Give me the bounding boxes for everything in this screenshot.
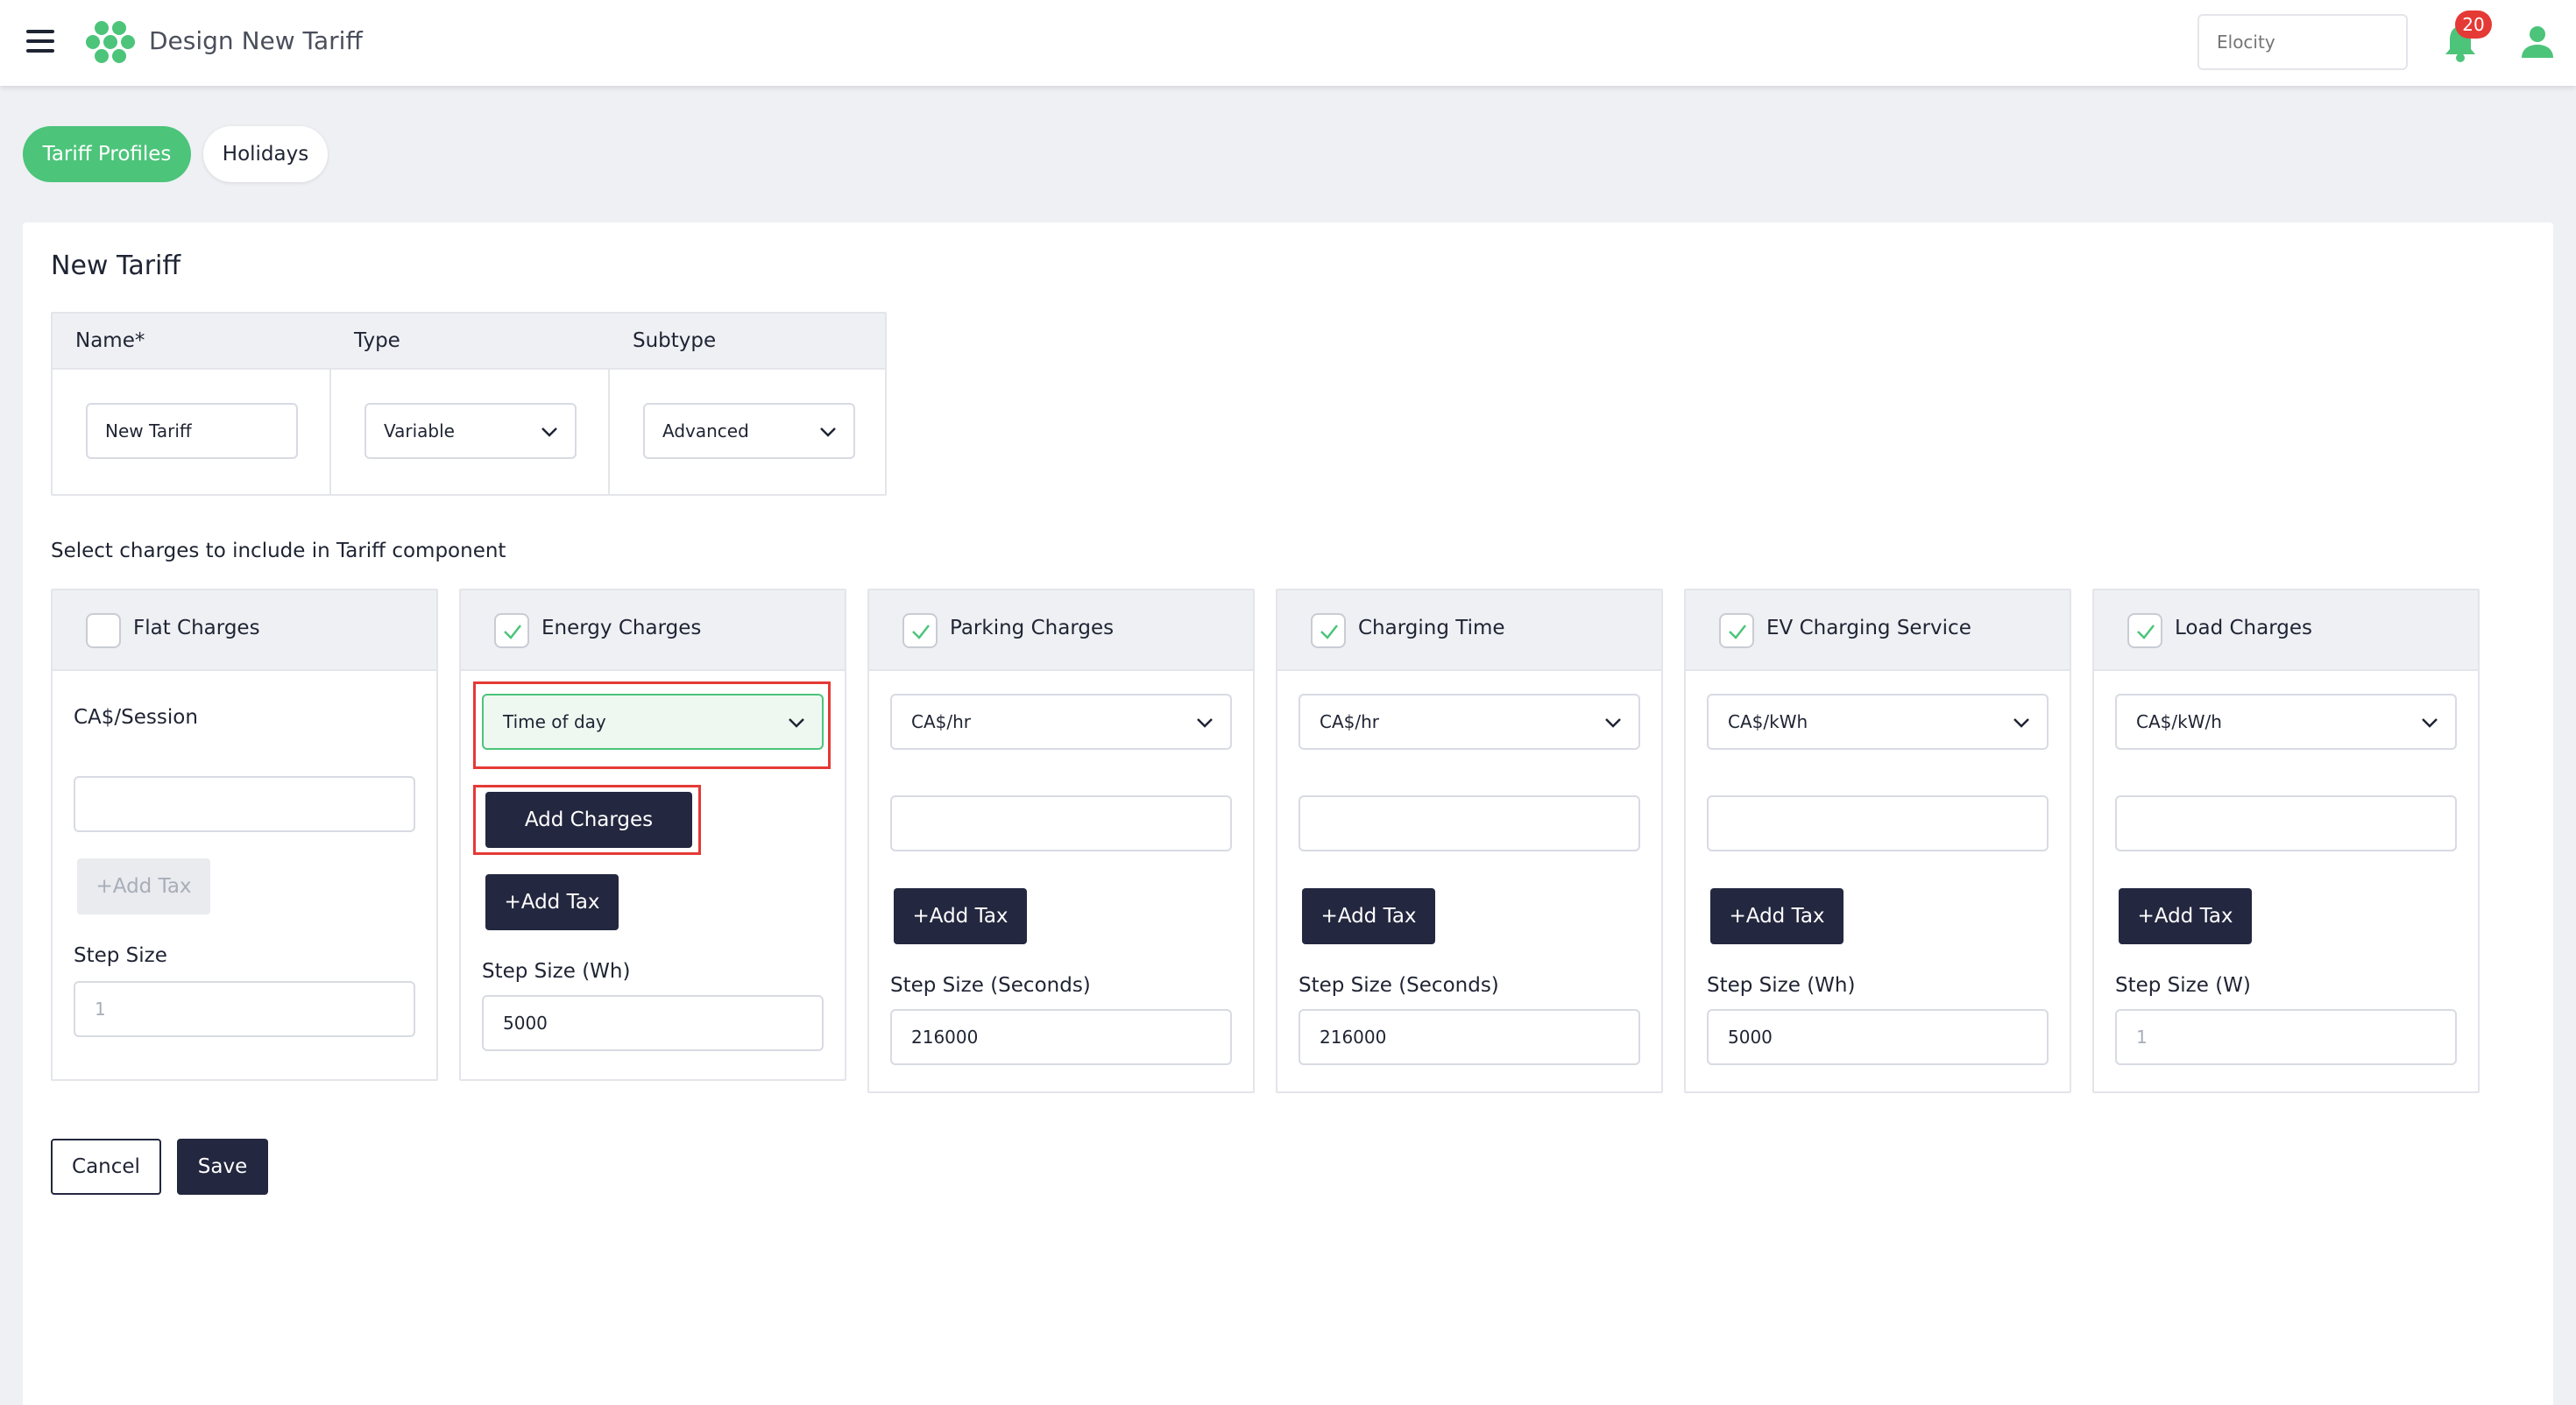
notification-count-badge: 20 xyxy=(2455,11,2492,39)
properties-header: Name* Type Subtype xyxy=(53,314,885,370)
charging-time-unit-select[interactable]: CA$/hr xyxy=(1299,694,1640,750)
chevron-down-icon xyxy=(820,427,836,437)
charging-time-unit-value: CA$/hr xyxy=(1320,711,1380,732)
flat-unit-label: CA$/Session xyxy=(74,706,198,729)
ev-service-unit-value: CA$/kWh xyxy=(1728,711,1808,732)
parking-charges-checkbox[interactable] xyxy=(902,613,938,648)
energy-step-size-input[interactable]: 5000 xyxy=(482,995,824,1051)
parking-step-size-input[interactable]: 216000 xyxy=(890,1009,1232,1065)
top-bar: Design New Tariff 20 xyxy=(0,0,2576,86)
parking-unit-value: CA$/hr xyxy=(911,711,972,732)
checkmark-icon xyxy=(504,625,521,639)
charging-time-step-size-label: Step Size (Seconds) xyxy=(1299,974,1499,997)
chevron-down-icon xyxy=(2422,718,2438,728)
page-title: Design New Tariff xyxy=(149,26,363,55)
type-select-value: Variable xyxy=(384,420,455,441)
chevron-down-icon xyxy=(789,718,804,728)
flat-charges-title: Flat Charges xyxy=(133,617,260,639)
charging-time-charge-input[interactable] xyxy=(1299,795,1640,851)
energy-step-size-label: Step Size (Wh) xyxy=(482,960,631,983)
subtype-select-value: Advanced xyxy=(662,420,749,441)
load-unit-value: CA$/kW/h xyxy=(2136,711,2222,732)
parking-charge-input[interactable] xyxy=(890,795,1232,851)
org-search-input[interactable] xyxy=(2197,14,2408,70)
flat-charges-header: Flat Charges xyxy=(53,590,436,671)
flat-charges-panel: Flat Charges CA$/Session +Add Tax Step S… xyxy=(51,589,438,1081)
flat-add-tax-button[interactable]: +Add Tax xyxy=(77,858,210,914)
checkmark-icon xyxy=(1729,625,1746,639)
energy-unit-value: Time of day xyxy=(503,711,606,732)
load-step-size-label: Step Size (W) xyxy=(2115,974,2251,997)
charging-time-header: Charging Time xyxy=(1277,590,1661,671)
ev-charging-service-panel: EV Charging Service CA$/kWh +Add Tax Ste… xyxy=(1684,589,2071,1093)
ev-charging-service-checkbox[interactable] xyxy=(1719,613,1754,648)
tab-tariff-profiles[interactable]: Tariff Profiles xyxy=(23,126,191,182)
energy-charges-checkbox[interactable] xyxy=(494,613,529,648)
flat-charge-input[interactable] xyxy=(74,776,415,832)
user-profile-icon[interactable] xyxy=(2520,25,2555,60)
charging-time-add-tax-button[interactable]: +Add Tax xyxy=(1302,888,1435,944)
flat-step-size-input[interactable]: 1 xyxy=(74,981,415,1037)
load-charges-header: Load Charges xyxy=(2094,590,2478,671)
load-charge-input[interactable] xyxy=(2115,795,2457,851)
column-divider xyxy=(608,370,610,494)
hamburger-menu-icon[interactable] xyxy=(26,30,54,53)
chevron-down-icon xyxy=(2013,718,2029,728)
charging-time-title: Charging Time xyxy=(1358,617,1505,639)
load-step-size-input[interactable]: 1 xyxy=(2115,1009,2457,1065)
charging-time-checkbox[interactable] xyxy=(1311,613,1346,648)
load-charges-title: Load Charges xyxy=(2175,617,2313,639)
energy-charges-title: Energy Charges xyxy=(541,617,702,639)
ev-charging-service-header: EV Charging Service xyxy=(1686,590,2070,671)
charging-time-panel: Charging Time CA$/hr +Add Tax Step Size … xyxy=(1276,589,1663,1093)
subtype-select[interactable]: Advanced xyxy=(643,403,855,459)
chevron-down-icon xyxy=(1605,718,1621,728)
hexagon-cluster-logo xyxy=(86,21,135,63)
chevron-down-icon xyxy=(541,427,557,437)
parking-add-tax-button[interactable]: +Add Tax xyxy=(894,888,1027,944)
add-charges-button[interactable]: Add Charges xyxy=(485,792,692,848)
ev-service-charge-input[interactable] xyxy=(1707,795,2049,851)
energy-charges-header: Energy Charges xyxy=(461,590,845,671)
ev-service-step-size-label: Step Size (Wh) xyxy=(1707,974,1856,997)
chevron-down-icon xyxy=(1197,718,1213,728)
type-column-label: Type xyxy=(354,329,400,352)
parking-unit-select[interactable]: CA$/hr xyxy=(890,694,1232,750)
charging-time-step-size-input[interactable]: 216000 xyxy=(1299,1009,1640,1065)
energy-add-tax-button[interactable]: +Add Tax xyxy=(485,874,619,930)
checkmark-icon xyxy=(1320,625,1338,639)
type-select[interactable]: Variable xyxy=(364,403,577,459)
parking-charges-panel: Parking Charges CA$/hr +Add Tax Step Siz… xyxy=(867,589,1255,1093)
column-divider xyxy=(329,370,331,494)
save-button[interactable]: Save xyxy=(177,1139,268,1195)
charges-section-label: Select charges to include in Tariff comp… xyxy=(51,540,506,562)
form-title: New Tariff xyxy=(51,251,181,281)
load-charges-panel: Load Charges CA$/kW/h +Add Tax Step Size… xyxy=(2092,589,2480,1093)
tariff-properties-table: Name* Type Subtype New Tariff Variable A… xyxy=(51,312,887,496)
load-add-tax-button[interactable]: +Add Tax xyxy=(2119,888,2252,944)
energy-unit-select[interactable]: Time of day xyxy=(482,694,824,750)
new-tariff-card: New Tariff Name* Type Subtype New Tariff… xyxy=(23,222,2553,1405)
tab-holidays[interactable]: Holidays xyxy=(203,126,328,182)
ev-service-add-tax-button[interactable]: +Add Tax xyxy=(1710,888,1844,944)
load-charges-checkbox[interactable] xyxy=(2127,613,2162,648)
tariff-name-input[interactable]: New Tariff xyxy=(86,403,298,459)
flat-step-size-label: Step Size xyxy=(74,944,167,967)
checkmark-icon xyxy=(912,625,930,639)
name-column-label: Name* xyxy=(75,329,145,352)
ev-service-unit-select[interactable]: CA$/kWh xyxy=(1707,694,2049,750)
parking-step-size-label: Step Size (Seconds) xyxy=(890,974,1091,997)
cancel-button[interactable]: Cancel xyxy=(51,1139,161,1195)
parking-charges-title: Parking Charges xyxy=(950,617,1115,639)
parking-charges-header: Parking Charges xyxy=(869,590,1253,671)
ev-service-step-size-input[interactable]: 5000 xyxy=(1707,1009,2049,1065)
checkmark-icon xyxy=(2137,625,2155,639)
subtype-column-label: Subtype xyxy=(633,329,717,352)
ev-charging-service-title: EV Charging Service xyxy=(1766,617,1971,639)
energy-charges-panel: Energy Charges Time of day Add Charges +… xyxy=(459,589,846,1081)
load-unit-select[interactable]: CA$/kW/h xyxy=(2115,694,2457,750)
flat-charges-checkbox[interactable] xyxy=(86,613,121,648)
